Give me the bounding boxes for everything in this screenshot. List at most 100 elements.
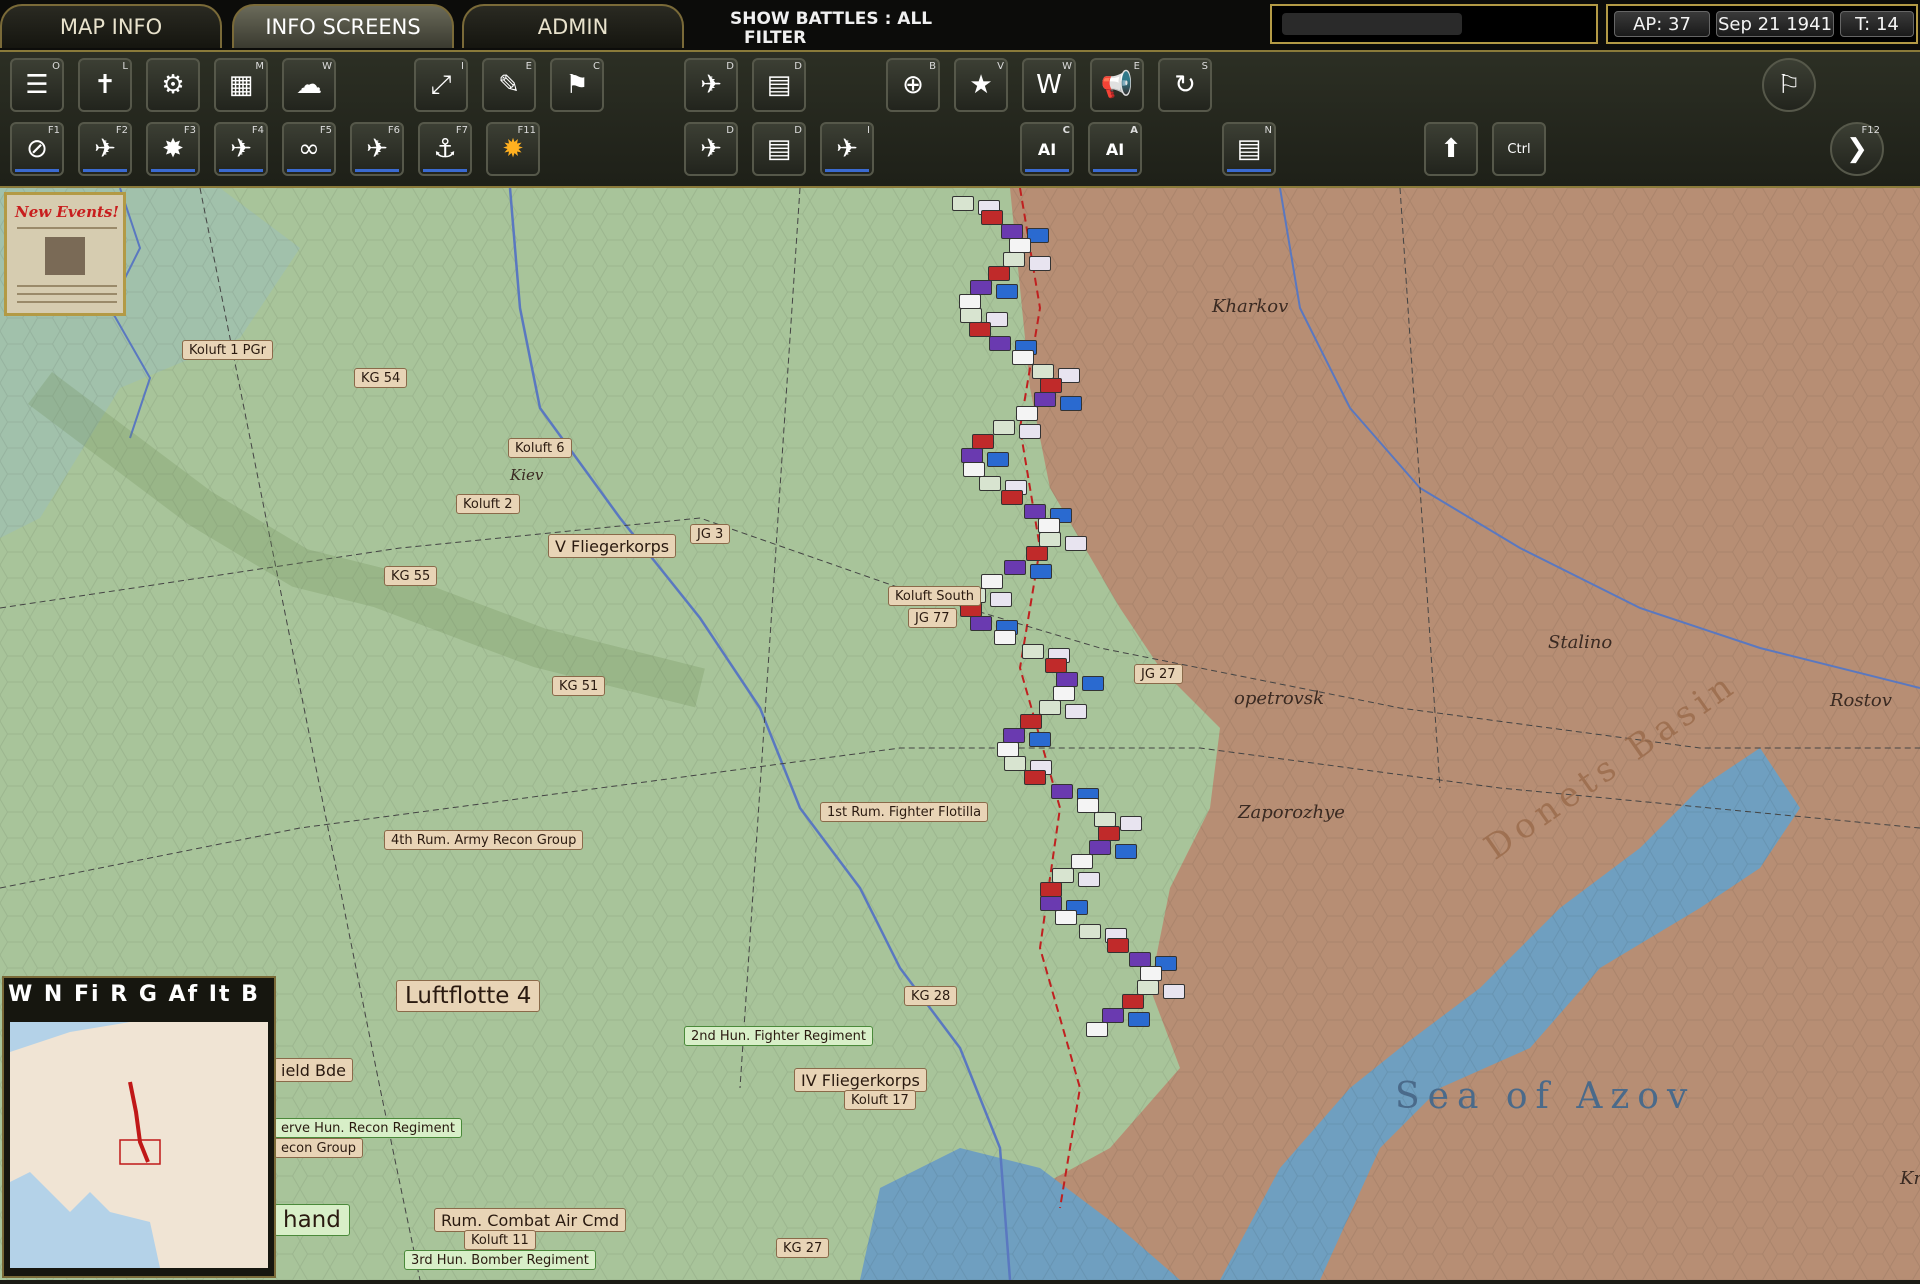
unit-counter[interactable] [1032,364,1054,379]
unit-counter[interactable] [1128,1012,1150,1027]
next-turn-chevron-icon[interactable]: ❯ F12 [1830,122,1884,176]
unit-label[interactable]: KG 55 [384,566,438,586]
air-naval-button[interactable]: ⚓ F7 [418,122,472,176]
upload-arrow-icon[interactable]: ⬆ [1424,122,1478,176]
unit-counter[interactable] [989,336,1011,351]
air-transfer-button[interactable]: ∞ F5 [282,122,336,176]
search-input[interactable] [1282,13,1462,35]
air-no-missions-button[interactable]: ⊘ F1 [10,122,64,176]
unit-label[interactable]: KG 54 [354,368,408,388]
losses-button[interactable]: ✝ L [78,58,132,112]
unit-label[interactable]: IV Fliegerkorps [794,1068,927,1092]
ctrl-button[interactable]: Ctrl [1492,122,1546,176]
unit-label[interactable]: Koluft 2 [456,494,520,514]
unit-label[interactable]: Koluft 17 [844,1090,916,1110]
unit-counter[interactable] [963,462,985,477]
unit-counter[interactable] [1034,392,1056,407]
unit-counter[interactable] [952,196,974,211]
unit-label[interactable]: Koluft 1 PGr [182,340,273,360]
minimap[interactable] [10,1022,268,1268]
unit-label[interactable]: JG 77 [908,608,957,628]
unit-counter[interactable] [1137,980,1159,995]
unit-counter[interactable] [987,452,1009,467]
unit-counter[interactable] [1024,770,1046,785]
unit-counter[interactable] [1086,1022,1108,1037]
unit-label[interactable]: Koluft 11 [464,1230,536,1250]
unit-counter[interactable] [1082,676,1104,691]
unit-counter[interactable] [1004,560,1026,575]
events-report-button[interactable]: ✎ E [482,58,536,112]
unit-counter[interactable] [1020,714,1042,729]
unit-counter[interactable] [972,434,994,449]
unit-counter[interactable] [994,630,1016,645]
unit-label[interactable]: KG 27 [776,1238,830,1258]
new-events-newspaper[interactable]: New Events! [4,192,126,316]
unit-counter[interactable] [988,266,1010,281]
unit-counter[interactable] [1024,504,1046,519]
unit-counter[interactable] [1009,238,1031,253]
unit-counter[interactable] [1039,532,1061,547]
unit-label[interactable]: V Fliegerkorps [548,534,677,558]
announce-button[interactable]: 📢 E [1090,58,1144,112]
unit-counter[interactable] [981,574,1003,589]
unit-counter[interactable] [970,280,992,295]
unit-counter[interactable] [1079,924,1101,939]
unit-label[interactable]: JG 3 [690,524,731,544]
air-recon-button[interactable]: ✈ F4 [214,122,268,176]
unit-counter[interactable] [1140,966,1162,981]
production-chart-button[interactable]: ▦ M [214,58,268,112]
minimap-nation-filter[interactable]: W N Fi R G Af It B [8,982,260,1007]
battle-filter[interactable]: SHOW BATTLES : ALL FILTER [730,10,932,48]
unit-counter[interactable] [981,210,1003,225]
unit-counter[interactable] [1078,872,1100,887]
unit-counter[interactable] [1019,424,1041,439]
save-cycle-button[interactable]: ↻ S [1158,58,1212,112]
theater-box-button[interactable]: ⊕ B [886,58,940,112]
air-directive-button[interactable]: ✈ D [684,58,738,112]
unit-counter[interactable] [1056,672,1078,687]
unit-label[interactable]: Luftflotte 4 [396,980,541,1012]
unit-counter[interactable] [1040,882,1062,897]
search-box[interactable] [1270,4,1598,44]
unit-label[interactable]: 2nd Hun. Fighter Regiment [684,1026,873,1046]
air-directive-list-button[interactable]: ▤ D [752,58,806,112]
unit-label[interactable]: 3rd Hun. Bomber Regiment [404,1250,596,1270]
unit-counter[interactable] [1098,826,1120,841]
air-directive-list-2-button[interactable]: ▤ D [752,122,806,176]
air-bombing-button[interactable]: ✸ F3 [146,122,200,176]
unit-counter[interactable] [959,294,981,309]
unit-counter[interactable] [1040,896,1062,911]
unit-counter[interactable] [996,284,1018,299]
unit-counter[interactable] [1003,728,1025,743]
unit-counter[interactable] [961,448,983,463]
unit-counter[interactable] [969,322,991,337]
air-fighter-button[interactable]: ✈ F6 [350,122,404,176]
unit-counter[interactable] [1120,816,1142,831]
unit-counter[interactable] [1039,700,1061,715]
unit-counter[interactable] [1089,840,1111,855]
unit-counter[interactable] [1071,854,1093,869]
unit-counter[interactable] [1122,994,1144,1009]
unit-counter[interactable] [979,476,1001,491]
battle-tank-button[interactable]: ✹ F11 [486,122,540,176]
unit-counter[interactable] [960,308,982,323]
unit-label[interactable]: JG 27 [1134,664,1183,684]
unit-counter[interactable] [1129,952,1151,967]
ai-air-button[interactable]: AI A [1088,122,1142,176]
unit-counter[interactable] [1077,798,1099,813]
war-map-button[interactable]: WW [1022,58,1076,112]
unit-counter[interactable] [1163,984,1185,999]
flag-icon[interactable]: ⚐ [1762,58,1816,112]
unit-label[interactable]: econ Group [274,1138,364,1158]
unit-counter[interactable] [1052,868,1074,883]
unit-label[interactable]: ield Bde [274,1058,353,1082]
unit-counter[interactable] [1065,536,1087,551]
game-map[interactable]: Kharkov Kiev Stalino opetrovsk Zaporozhy… [0,187,1920,1281]
unit-counter[interactable] [1004,756,1026,771]
air-interdiction-button[interactable]: ✈ I [820,122,874,176]
unit-counter[interactable] [1029,732,1051,747]
unit-label[interactable]: KG 28 [904,986,958,1006]
commanders-report-button[interactable]: ⚑ C [550,58,604,112]
unit-label[interactable]: 4th Rum. Army Recon Group [384,830,584,850]
air-bases-button[interactable]: ▤ N [1222,122,1276,176]
